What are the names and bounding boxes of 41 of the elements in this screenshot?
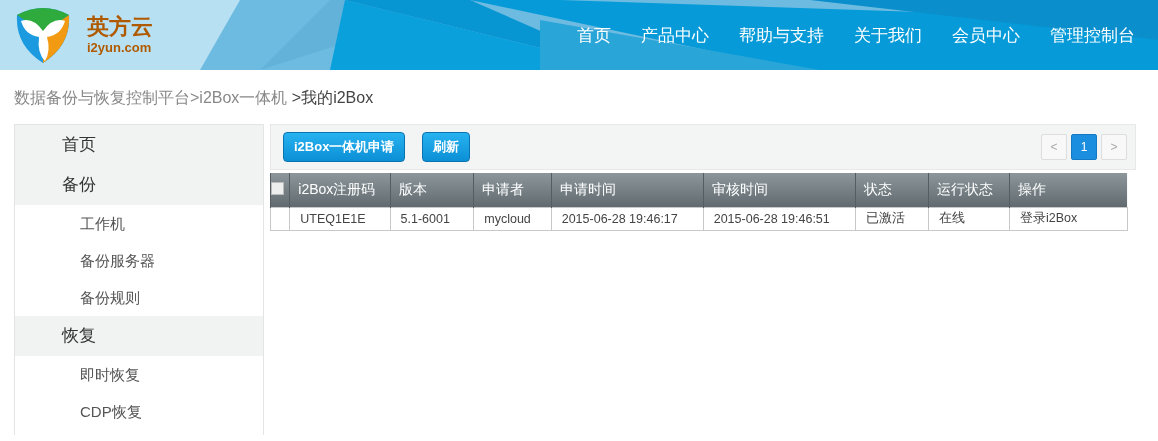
table-cell: 已激活 xyxy=(855,207,929,230)
table-cell: 登录i2Box xyxy=(1009,207,1128,230)
table-cell: mycloud xyxy=(473,207,552,230)
nav-link[interactable]: 会员中心 xyxy=(952,23,1020,47)
select-all-checkbox[interactable] xyxy=(271,181,284,195)
breadcrumb-link[interactable]: 数据备份与恢复控制平台> xyxy=(14,89,200,106)
nav-link[interactable]: 管理控制台 xyxy=(1050,23,1135,47)
sidebar-group[interactable]: 备份 xyxy=(15,165,263,205)
sidebar-group[interactable]: 首页 xyxy=(15,125,263,165)
sidebar-item[interactable]: CDP恢复 xyxy=(15,393,263,430)
column-header: 操作 xyxy=(1009,173,1128,207)
column-header: 审核时间 xyxy=(703,173,856,207)
previous-page-button[interactable]: < xyxy=(1041,134,1067,160)
column-header: 申请者 xyxy=(473,173,552,207)
toolbar-button[interactable]: i2Box一体机申请 xyxy=(283,132,406,162)
table-cell: 5.1-6001 xyxy=(390,207,474,230)
column-header: 状态 xyxy=(855,173,929,207)
table-cell: 在线 xyxy=(928,207,1010,230)
sidebar-group[interactable]: 恢复 xyxy=(15,316,263,356)
nav-link[interactable]: 首页 xyxy=(577,23,611,47)
breadcrumb-link[interactable]: i2Box一体机 xyxy=(199,89,292,106)
logo-domain: i2yun.com xyxy=(87,40,153,56)
page-button[interactable]: 1 xyxy=(1071,134,1097,160)
column-header: 版本 xyxy=(390,173,474,207)
next-page-button[interactable]: > xyxy=(1101,134,1127,160)
logo-text: 英方云 xyxy=(87,14,153,40)
column-header: 申请时间 xyxy=(551,173,704,207)
sidebar-item[interactable]: 备份规则 xyxy=(15,279,263,316)
nav-link[interactable]: 产品中心 xyxy=(641,23,709,47)
sidebar-item[interactable]: 即时恢复 xyxy=(15,356,263,393)
breadcrumb-current: >我的i2Box xyxy=(291,89,374,106)
column-header: i2Box注册码 xyxy=(289,173,391,207)
toolbar-button[interactable]: 刷新 xyxy=(422,132,471,162)
table-cell: 2015-06-28 19:46:17 xyxy=(551,207,704,230)
nav-link[interactable]: 关于我们 xyxy=(854,23,922,47)
column-header: 运行状态 xyxy=(928,173,1010,207)
table-cell: UTEQ1E1E xyxy=(289,207,391,230)
sidebar-item[interactable]: 工作机 xyxy=(15,205,263,242)
table-cell: 2015-06-28 19:46:51 xyxy=(703,207,856,230)
sidebar-item[interactable]: 备份服务器 xyxy=(15,242,263,279)
nav-link[interactable]: 帮助与支持 xyxy=(739,23,824,47)
